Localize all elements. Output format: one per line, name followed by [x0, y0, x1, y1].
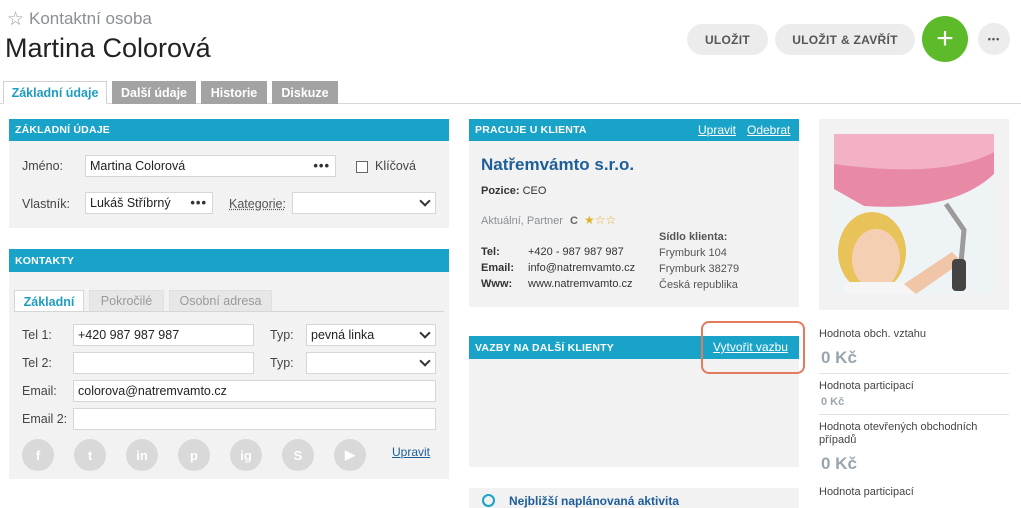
value4-label: Hodnota participací	[819, 486, 914, 498]
tel1-field[interactable]: +420 987 987 987	[73, 324, 254, 346]
subtab-zakladni[interactable]: Základní	[14, 290, 84, 312]
subtab-pokrocile[interactable]: Pokročilé	[89, 290, 164, 312]
subtab-osobni-adresa[interactable]: Osobní adresa	[169, 290, 272, 312]
rating-stars-icon: ★☆☆	[584, 213, 617, 227]
youtube-icon[interactable]: ▶	[334, 439, 366, 471]
email-value: colorova@natremvamto.cz	[78, 384, 227, 398]
name-label: Jméno:	[22, 159, 63, 173]
email-field[interactable]: colorova@natremvamto.cz	[73, 380, 436, 402]
chevron-down-icon	[419, 195, 431, 207]
client-email-value[interactable]: info@natremvamto.cz	[528, 262, 635, 274]
category-label[interactable]: Kategorie:	[229, 197, 286, 211]
value1-amount: 0 Kč	[821, 348, 857, 367]
clock-icon	[482, 494, 495, 507]
client-tel-label: Tel:	[481, 246, 500, 258]
record-type: Kontaktní osoba	[29, 9, 152, 28]
name-more-icon[interactable]: •••	[313, 158, 330, 173]
subtabs-divider	[14, 311, 444, 312]
linkedin-icon[interactable]: in	[126, 439, 158, 471]
twitter-icon[interactable]: t	[74, 439, 106, 471]
key-contact-label: Klíčová	[375, 159, 416, 173]
key-contact-checkbox[interactable]	[356, 161, 368, 173]
type2-label: Typ:	[270, 356, 294, 370]
tab-diskuze[interactable]: Diskuze	[272, 81, 338, 104]
name-value: Martina Colorová	[90, 159, 186, 173]
divider	[819, 373, 1009, 374]
save-close-button[interactable]: ULOŽIT & ZAVŘÍT	[775, 24, 915, 55]
tab-zakladni-udaje[interactable]: Základní údaje	[3, 81, 107, 104]
type1-select[interactable]: pevná linka	[306, 324, 436, 346]
client-www-value[interactable]: www.natremvamto.cz	[528, 278, 633, 290]
hq-line3: Česká republika	[659, 279, 738, 291]
client-status: Aktuální, Partner	[481, 215, 563, 227]
plus-icon: +	[936, 22, 954, 55]
value1-label: Hodnota obch. vztahu	[819, 328, 927, 340]
value3-label: Hodnota otevřených obchodních případů	[819, 421, 978, 446]
owner-more-icon[interactable]: •••	[190, 195, 207, 210]
divider	[819, 414, 1009, 415]
chevron-down-icon	[419, 355, 431, 367]
page-title: Martina Colorová	[5, 33, 211, 63]
client-remove-link[interactable]: Odebrat	[747, 123, 790, 137]
email-label: Email:	[22, 384, 57, 398]
type2-select[interactable]	[306, 352, 436, 374]
client-tel-value: +420 - 987 987 987	[528, 246, 624, 258]
tel1-value: +420 987 987 987	[78, 328, 180, 342]
instagram-icon[interactable]: ig	[230, 439, 262, 471]
owner-value: Lukáš Stříbrný	[90, 196, 171, 210]
hq-line1: Frymburk 104	[659, 247, 727, 259]
tab-historie[interactable]: Historie	[201, 81, 267, 104]
edit-social-link[interactable]: Upravit	[392, 445, 430, 459]
facebook-icon[interactable]: f	[22, 439, 54, 471]
rating-letter: C	[570, 215, 578, 227]
type1-value: pevná linka	[311, 328, 375, 342]
contacts-title: KONTAKTY	[9, 249, 449, 272]
email2-label: Email 2:	[22, 412, 68, 426]
type1-label: Typ:	[270, 328, 294, 342]
name-field[interactable]: Martina Colorová •••	[85, 155, 336, 177]
value2-amount: 0 Kč	[821, 396, 845, 408]
add-button[interactable]: +	[922, 16, 968, 62]
favorite-star-icon[interactable]: ☆	[7, 8, 24, 31]
tel2-field[interactable]	[73, 352, 254, 374]
tel1-label: Tel 1:	[22, 328, 52, 342]
more-icon: •••	[987, 34, 1001, 44]
company-name[interactable]: Natřemvámto s.r.o.	[481, 155, 634, 175]
pinterest-icon[interactable]: p	[178, 439, 210, 471]
value3-amount: 0 Kč	[821, 454, 857, 473]
client-edit-link[interactable]: Upravit	[698, 123, 736, 137]
position-row: Pozice: CEO	[481, 185, 546, 197]
position-label: Pozice:	[481, 185, 520, 197]
tab-dalsi-udaje[interactable]: Další údaje	[112, 81, 196, 104]
client-www-label: Www:	[481, 278, 513, 290]
basic-data-title: ZÁKLADNÍ ÚDAJE	[9, 119, 449, 141]
email2-field[interactable]	[73, 408, 436, 430]
chevron-down-icon	[419, 327, 431, 339]
position-value: CEO	[522, 185, 547, 197]
save-button[interactable]: ULOŽIT	[687, 24, 768, 55]
category-select[interactable]	[292, 192, 436, 214]
owner-field[interactable]: Lukáš Stříbrný •••	[85, 192, 213, 214]
contact-photo[interactable]	[834, 134, 994, 294]
client-email-label: Email:	[481, 262, 515, 274]
photo-illustration	[834, 134, 994, 294]
skype-icon[interactable]: S	[282, 439, 314, 471]
hq-line2: Frymburk 38279	[659, 263, 740, 275]
more-button[interactable]: •••	[978, 23, 1010, 55]
create-relation-link[interactable]: Vytvořit vazbu	[713, 340, 788, 354]
tel2-label: Tel 2:	[22, 356, 52, 370]
owner-label: Vlastník:	[22, 197, 70, 211]
hq-label: Sídlo klienta:	[659, 231, 728, 243]
client-panel: PRACUJE U KLIENTA	[469, 119, 799, 307]
next-activity-label[interactable]: Nejbližší naplánovaná aktivita	[509, 494, 679, 508]
value2-label: Hodnota participací	[819, 380, 914, 392]
